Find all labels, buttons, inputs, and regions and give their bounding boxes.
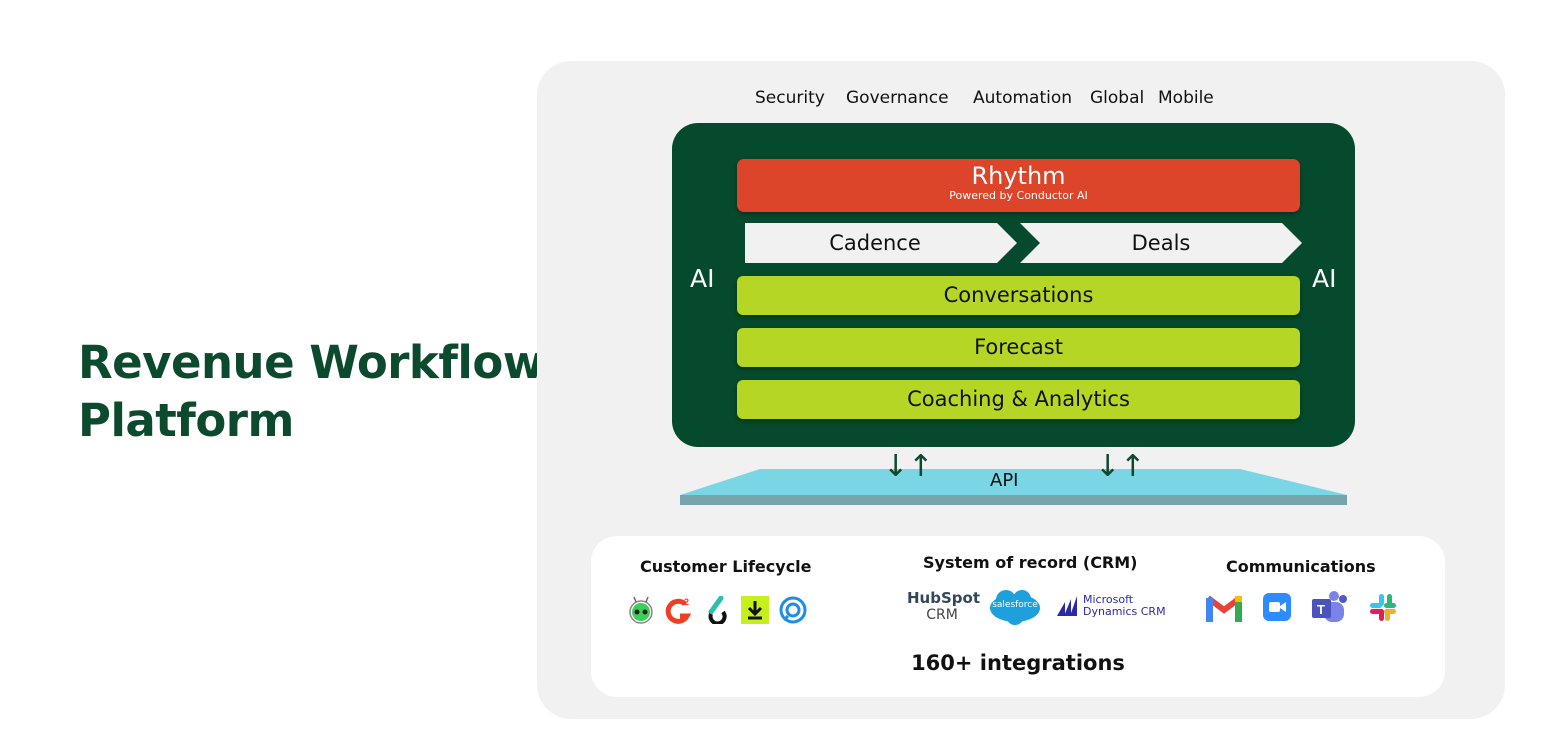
salesforce-logo: salesforce [988, 588, 1042, 626]
chevron-deals: Deals [1020, 223, 1302, 263]
coaching-analytics-bar: Coaching & Analytics [737, 380, 1300, 419]
conversations-bar: Conversations [737, 276, 1300, 315]
headline-line-2: Platform [78, 394, 294, 447]
chevron-cadence-label: Cadence [829, 231, 921, 255]
rhythm-bar: Rhythm Powered by Conductor AI [737, 159, 1300, 212]
integrations-panel: Customer Lifecycle 2 System of record (C… [591, 536, 1445, 697]
gmail-icon [1206, 595, 1242, 622]
chevron-cadence: Cadence [745, 223, 1017, 263]
ai-label-left: AI [690, 264, 715, 293]
hubspot-logo: HubSpot CRM [907, 589, 980, 624]
ai-label-right: AI [1312, 264, 1337, 293]
svg-text:2: 2 [684, 597, 689, 607]
integrations-count: 160+ integrations [911, 651, 1125, 675]
download-logo-icon [741, 596, 769, 624]
api-label: API [990, 470, 1019, 491]
pillar-global: Global [1090, 88, 1145, 108]
pillar-automation: Automation [973, 88, 1073, 108]
ms-dynamics-icon [1057, 596, 1077, 616]
category-title-customer-lifecycle: Customer Lifecycle [640, 557, 812, 576]
bot-logo-icon [629, 596, 653, 624]
zoom-icon [1263, 593, 1291, 621]
teams-icon: T [1312, 591, 1347, 622]
bidirectional-arrow-icon: ↓↑ [1095, 449, 1146, 484]
forecast-bar: Forecast [737, 328, 1300, 367]
hubspot-wordmark: HubSpot [907, 589, 980, 607]
pillar-security: Security [755, 88, 825, 108]
rhythm-title: Rhythm [971, 162, 1066, 190]
g2-logo-icon: 2 [665, 597, 692, 624]
chevron-deals-label: Deals [1131, 231, 1191, 255]
page-headline: Revenue Workflow Platform [78, 334, 544, 450]
svg-text:T: T [1317, 602, 1325, 617]
headline-line-1: Revenue Workflow [78, 336, 544, 389]
pillar-mobile: Mobile [1158, 88, 1214, 108]
dynamics-crm-wordmark: Dynamics CRM [1083, 605, 1166, 618]
category-title-crm: System of record (CRM) [923, 553, 1138, 572]
six-logo-icon [708, 596, 727, 624]
communications-icons: T [1206, 590, 1398, 624]
pillar-governance: Governance [846, 88, 949, 108]
bidirectional-arrow-icon: ↓↑ [883, 449, 934, 484]
hubspot-crm-label: CRM [926, 607, 958, 623]
rhythm-subtitle: Powered by Conductor AI [949, 189, 1088, 202]
category-title-communications: Communications [1226, 557, 1376, 576]
circle-logo-icon [779, 596, 807, 624]
slack-icon [1370, 594, 1396, 621]
salesforce-wordmark: salesforce [992, 600, 1038, 610]
customer-lifecycle-icons: 2 [627, 596, 812, 624]
ms-dynamics-logo: Microsoft Dynamics CRM [1057, 594, 1166, 618]
